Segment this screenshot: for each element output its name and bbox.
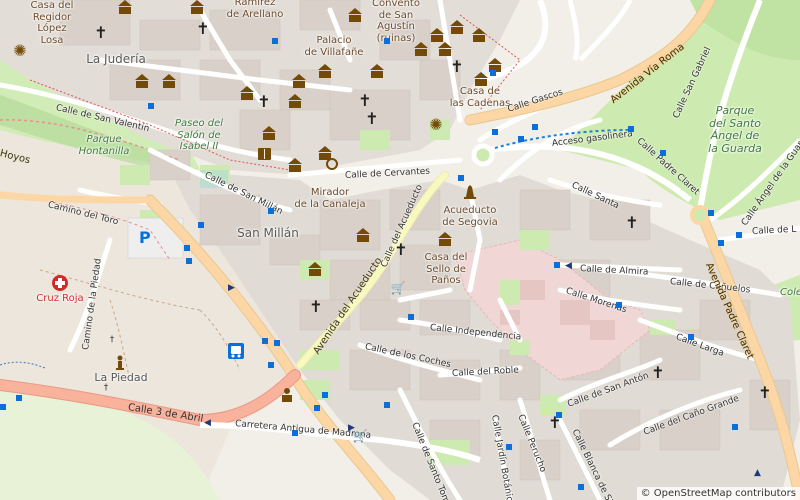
svg-text:▶: ▶ <box>228 283 235 293</box>
bus-stop-icons: ◀ ◀ ▶ ▶ ▲ <box>0 38 761 490</box>
map-attribution[interactable]: © OpenStreetMap contributors <box>636 487 800 500</box>
map-canvas[interactable]: Casa del Regidor López Losa Ramírez de A… <box>0 0 800 500</box>
svg-text:◀: ◀ <box>204 418 211 428</box>
svg-text:◀: ◀ <box>565 261 572 271</box>
svg-text:▶: ▶ <box>348 423 355 433</box>
doctor-icon <box>282 388 292 402</box>
svg-text:▲: ▲ <box>754 468 761 478</box>
